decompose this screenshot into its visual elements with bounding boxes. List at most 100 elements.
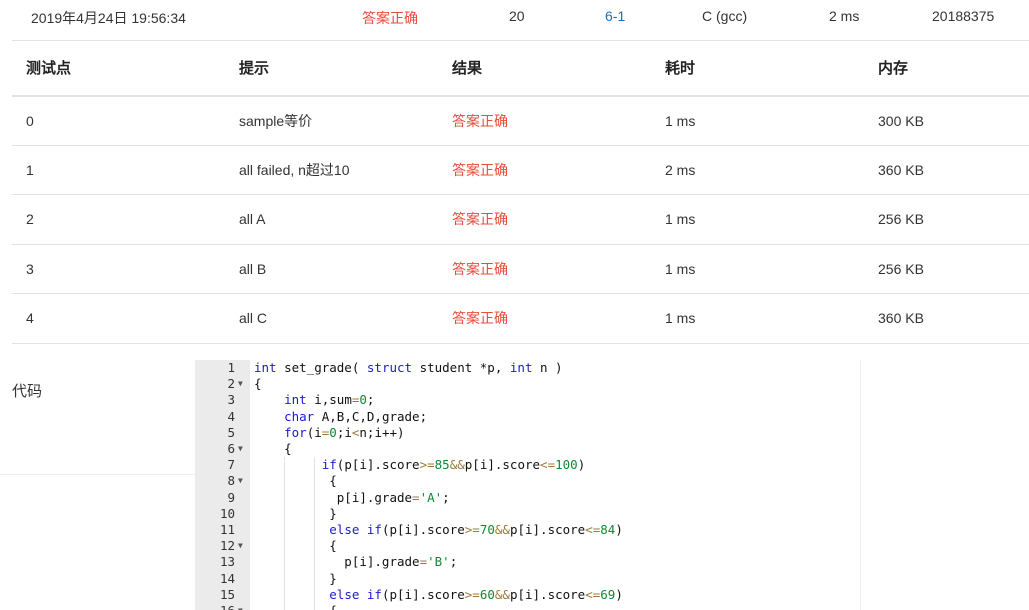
cell-hint: all A [225, 194, 438, 245]
cell-id: 1 [12, 145, 225, 195]
code-line: 12 ▼ { [195, 538, 860, 555]
cell-hint: sample等价 [225, 95, 438, 146]
score: 20 [509, 8, 525, 24]
code-line: 7 if(p[i].score>=85&&p[i].score<=100) [195, 457, 860, 474]
line-number: 1 [227, 360, 235, 375]
code-line: 1 int set_grade( struct student *p, int n… [195, 360, 860, 376]
fold-arrow-icon[interactable]: ▼ [238, 473, 243, 489]
cell-result: 答案正确 [438, 293, 651, 344]
code-text: if(p[i].score>=85&&p[i].score<=100) [321, 457, 586, 473]
code-line: 4 char A,B,C,D,grade; [195, 408, 860, 425]
code-line: 14 } [195, 570, 860, 587]
table-header-row: 测试点 提示 结果 耗时 内存 [12, 40, 1029, 97]
header-time: 耗时 [651, 40, 864, 97]
code-text: { [254, 473, 337, 489]
cell-time: 1 ms [651, 293, 864, 344]
line-number: 2 [227, 376, 235, 392]
code-text: p[i].grade='B'; [254, 554, 458, 570]
code-line: 11 else if(p[i].score>=70&&p[i].score<=8… [195, 522, 860, 539]
line-number: 12 [219, 538, 235, 554]
line-number: 16 [195, 603, 235, 610]
code-text: } [254, 505, 337, 521]
line-number: 10 [219, 505, 235, 521]
problem-link[interactable]: 6-1 [605, 8, 625, 24]
submission-summary: 2019年4月24日 19:56:34 答案正确 20 6-1 C (gcc) … [0, 0, 1029, 32]
cell-memory: 360 KB [864, 145, 1029, 195]
code-text: else if(p[i].score>=60&&p[i].score<=69) [329, 586, 623, 602]
code-line: 2 ▼ { [195, 376, 860, 392]
code-text: } [254, 570, 337, 586]
table-row: 3 all B 答案正确 1 ms 256 KB [12, 244, 1029, 294]
user-id[interactable]: 20188375 [932, 8, 994, 24]
code-editor[interactable]: 1 int set_grade( struct student *p, int n… [195, 360, 861, 610]
line-number: 14 [219, 570, 235, 586]
cell-hint: all B [225, 244, 438, 294]
table-row: 0 sample等价 答案正确 1 ms 300 KB [12, 95, 1029, 146]
cell-memory: 360 KB [864, 293, 1029, 344]
code-line: 16▼ { [195, 603, 860, 610]
code-text: for(i=0;i<n;i++) [284, 424, 405, 440]
header-memory: 内存 [864, 40, 1029, 97]
code-label: 代码 [12, 383, 43, 400]
test-results-table: 测试点 提示 结果 耗时 内存 0 sample等价 答案正确 1 ms 300… [12, 40, 1029, 344]
code-line: 6 ▼ { [195, 441, 860, 457]
cell-result: 答案正确 [438, 145, 651, 195]
fold-arrow-icon[interactable]: ▼ [238, 603, 243, 610]
fold-arrow-icon[interactable]: ▼ [238, 376, 243, 392]
code-line: 9 p[i].grade='A'; [195, 489, 860, 506]
line-number: 9 [227, 489, 235, 505]
table-row: 2 all A 答案正确 1 ms 256 KB [12, 194, 1029, 245]
cell-hint: all failed, n超过10 [225, 145, 438, 195]
cell-time: 1 ms [651, 244, 864, 294]
code-line: 10 } [195, 505, 860, 522]
line-number: 15 [219, 586, 235, 602]
cell-time: 2 ms [651, 145, 864, 195]
table-row: 4 all C 答案正确 1 ms 360 KB [12, 293, 1029, 344]
table-row: 1 all failed, n超过10 答案正确 2 ms 360 KB [12, 145, 1029, 195]
cell-id: 2 [12, 194, 225, 245]
line-number: 7 [227, 457, 235, 473]
elapsed-time: 2 ms [829, 8, 860, 24]
line-number: 8 [227, 473, 235, 489]
code-line: 3 int i,sum=0; [195, 392, 860, 408]
code-line: 15 else if(p[i].score>=60&&p[i].score<=6… [195, 586, 860, 603]
cell-id: 4 [12, 293, 225, 344]
line-number: 6 [227, 441, 235, 456]
cell-memory: 256 KB [864, 194, 1029, 245]
cell-memory: 300 KB [864, 95, 1029, 146]
line-number: 4 [227, 408, 235, 424]
line-number: 13 [219, 554, 235, 570]
code-text: { [254, 441, 292, 456]
cell-hint: all C [225, 293, 438, 344]
cell-result: 答案正确 [438, 244, 651, 294]
line-number: 11 [219, 522, 235, 537]
code-text: p[i].grade='A'; [254, 489, 450, 505]
cell-time: 1 ms [651, 95, 864, 146]
status-badge: 答案正确 [362, 10, 418, 26]
cell-id: 0 [12, 95, 225, 146]
code-text: char A,B,C,D,grade; [284, 408, 428, 424]
code-text: else if(p[i].score>=70&&p[i].score<=84) [329, 522, 623, 537]
cell-time: 1 ms [651, 194, 864, 245]
line-number: 3 [227, 392, 235, 408]
header-test-point: 测试点 [12, 40, 225, 97]
code-text: int i,sum=0; [284, 392, 375, 408]
code-text: { [254, 538, 337, 554]
fold-arrow-icon[interactable]: ▼ [238, 441, 243, 457]
code-line: 8 ▼ { [195, 473, 860, 490]
cell-result: 答案正确 [438, 194, 651, 245]
code-text: { [254, 603, 337, 610]
cell-result: 答案正确 [438, 95, 651, 146]
cell-memory: 256 KB [864, 244, 1029, 294]
header-hint: 提示 [225, 40, 438, 97]
header-result: 结果 [438, 40, 651, 97]
code-line: 5 for(i=0;i<n;i++) [195, 424, 860, 441]
compiler: C (gcc) [702, 8, 748, 24]
cell-id: 3 [12, 244, 225, 294]
line-number: 5 [227, 424, 235, 440]
divider [0, 474, 195, 475]
code-text: int set_grade( struct student *p, int n … [254, 360, 563, 375]
fold-arrow-icon[interactable]: ▼ [238, 538, 243, 554]
submit-time: 2019年4月24日 19:56:34 [31, 10, 186, 26]
code-text: { [254, 376, 262, 392]
